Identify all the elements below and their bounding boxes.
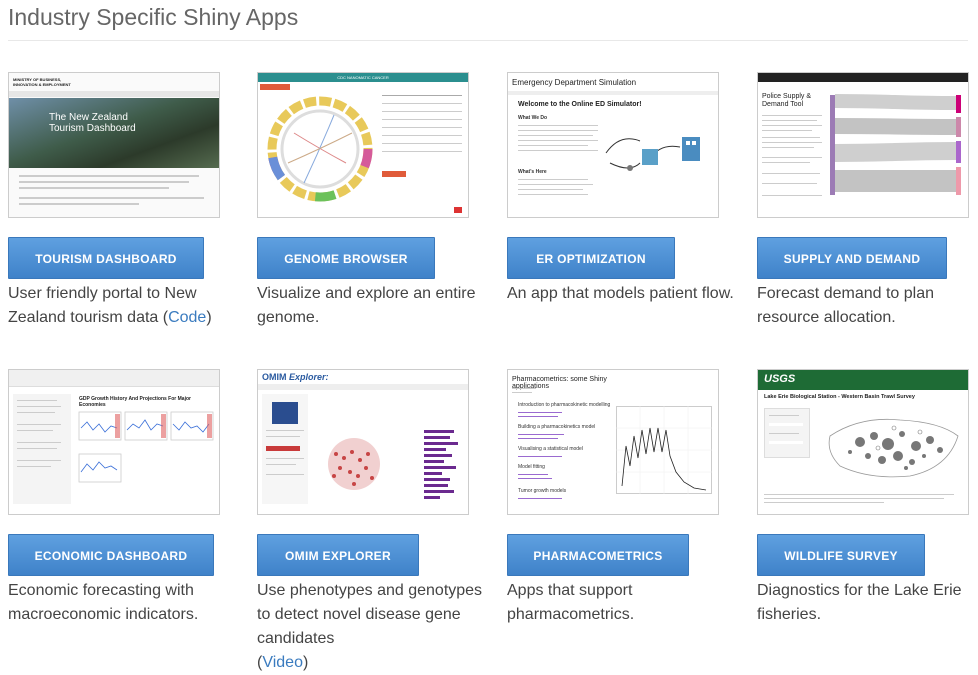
- pharma-thumbnail[interactable]: Pharmacometrics: some Shiny applications…: [507, 369, 719, 515]
- circos-plot: [267, 96, 373, 202]
- red-tab: [260, 84, 290, 90]
- title-divider: [8, 40, 968, 41]
- supply-thumbnail[interactable]: Police Supply & Demand Tool: [757, 72, 969, 218]
- pharmacometrics-button[interactable]: PHARMACOMETRICS: [507, 534, 689, 576]
- survey-controls: [764, 408, 810, 458]
- supply-description: Forecast demand to plan resource allocat…: [757, 285, 934, 326]
- tourism-description: User friendly portal to New Zealand tour…: [8, 285, 212, 326]
- genome-thumbnail[interactable]: CDC NANOMATIC CANCER: [257, 72, 469, 218]
- wildlife-description: Diagnostics for the Lake Erie fisheries.: [757, 582, 962, 623]
- genome-description: Visualize and explore an entire genome.: [257, 285, 476, 326]
- tourism-dashboard-button[interactable]: TOURISM DASHBOARD: [8, 237, 204, 279]
- economic-description: Economic forecasting with macroeconomic …: [8, 582, 199, 623]
- tourism-thumbnail[interactable]: MINISTRY OF BUSINESS, INNOVATION & EMPLO…: [8, 72, 220, 218]
- sankey-chart: [830, 94, 961, 195]
- er-thumbnail[interactable]: Emergency Department Simulation Welcome …: [507, 72, 719, 218]
- supply-and-demand-button[interactable]: SUPPLY AND DEMAND: [757, 237, 947, 279]
- economic-dashboard-button[interactable]: ECONOMIC DASHBOARD: [8, 534, 214, 576]
- concentration-plot: [616, 406, 712, 494]
- banner-image: The New Zealand Tourism Dashboard: [9, 98, 219, 168]
- wildlife-thumbnail[interactable]: USGS Lake Erie Biological Station - West…: [757, 369, 969, 515]
- er-description: An app that models patient flow.: [507, 285, 734, 302]
- gdp-mini-charts: [78, 411, 214, 483]
- hospital-diagram: [605, 137, 700, 171]
- omim-description: Use phenotypes and genotypes to detect n…: [257, 582, 483, 671]
- usgs-logo: USGS: [764, 373, 796, 385]
- genome-browser-button[interactable]: GENOME BROWSER: [257, 237, 435, 279]
- omim-explorer-button[interactable]: OMIM EXPLORER: [257, 534, 419, 576]
- gene-table: [382, 91, 462, 181]
- video-link[interactable]: Video: [262, 654, 303, 671]
- wildlife-survey-button[interactable]: WILDLIFE SURVEY: [757, 534, 925, 576]
- network-plot: [328, 430, 458, 499]
- code-link[interactable]: Code: [168, 309, 206, 326]
- sidebar-panel: [13, 394, 71, 504]
- page-title: Industry Specific Shiny Apps: [8, 4, 299, 30]
- omim-thumbnail[interactable]: OMIM Explorer:: [257, 369, 469, 515]
- lake-erie-map: [828, 419, 959, 478]
- omim-sidebar: [262, 394, 308, 504]
- pharma-description: Apps that support pharmacometrics.: [507, 582, 635, 623]
- economic-thumbnail[interactable]: GDP Growth History And Projections For M…: [8, 369, 220, 515]
- er-optimization-button[interactable]: ER OPTIMIZATION: [507, 237, 675, 279]
